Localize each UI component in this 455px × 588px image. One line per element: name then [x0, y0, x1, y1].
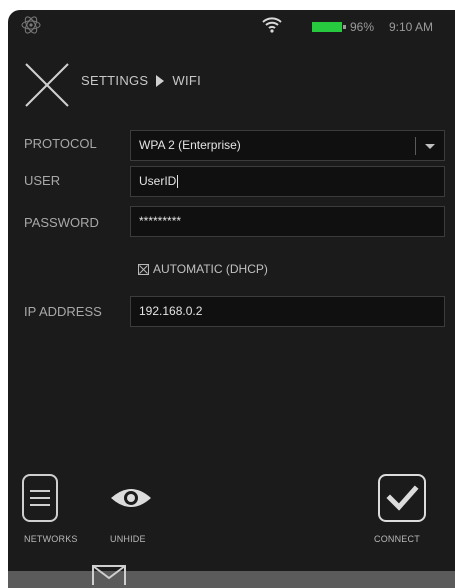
- clock: 9:10 AM: [389, 20, 434, 34]
- protocol-label: PROTOCOL: [24, 136, 97, 151]
- select-divider: [415, 137, 416, 155]
- password-value: *********: [139, 214, 182, 228]
- unhide-button[interactable]: [109, 484, 153, 517]
- breadcrumb-arrow-icon: [156, 74, 165, 87]
- list-icon: [22, 474, 58, 522]
- ip-address-value: 192.168.0.2: [139, 304, 203, 318]
- protocol-value: WPA 2 (Enterprise): [139, 138, 241, 152]
- ip-address-input[interactable]: 192.168.0.2: [130, 296, 445, 327]
- breadcrumb: SETTINGS WIFI: [81, 73, 201, 88]
- networks-button[interactable]: [22, 474, 58, 527]
- connect-button[interactable]: [378, 474, 426, 527]
- user-label: USER: [24, 173, 61, 188]
- connect-label: CONNECT: [374, 534, 420, 544]
- bottom-bar: [8, 565, 455, 588]
- eye-icon: [111, 489, 151, 507]
- checkbox-checked-icon: [138, 263, 149, 275]
- breadcrumb-settings[interactable]: SETTINGS: [81, 73, 148, 88]
- checkmark-icon: [378, 474, 426, 522]
- close-button[interactable]: [24, 62, 70, 108]
- user-input[interactable]: UserID: [130, 166, 445, 197]
- networks-label: NETWORKS: [24, 534, 78, 544]
- dhcp-checkbox[interactable]: AUTOMATIC (DHCP): [138, 262, 268, 276]
- battery-icon: [312, 22, 346, 32]
- text-cursor: [177, 175, 179, 189]
- battery-percent: 96%: [350, 20, 375, 34]
- user-value: UserID: [139, 174, 177, 188]
- password-input[interactable]: *********: [130, 206, 445, 237]
- unhide-label: UNHIDE: [110, 534, 146, 544]
- dhcp-label: AUTOMATIC (DHCP): [153, 262, 268, 276]
- wifi-signal-icon: [261, 14, 283, 37]
- device-screen: 96% 9:10 AM SETTINGS WIFI PROTOCOL WPA 2…: [8, 10, 455, 588]
- protocol-select[interactable]: WPA 2 (Enterprise): [130, 130, 445, 161]
- close-x-icon: [25, 63, 69, 107]
- envelope-icon[interactable]: [92, 565, 126, 588]
- password-label: PASSWORD: [24, 215, 99, 230]
- ip-address-label: IP ADDRESS: [24, 304, 102, 319]
- chevron-down-icon[interactable]: [425, 144, 435, 149]
- status-bar: 96% 9:10 AM: [8, 10, 455, 46]
- brand-logo: [20, 16, 42, 37]
- breadcrumb-wifi: WIFI: [172, 73, 202, 88]
